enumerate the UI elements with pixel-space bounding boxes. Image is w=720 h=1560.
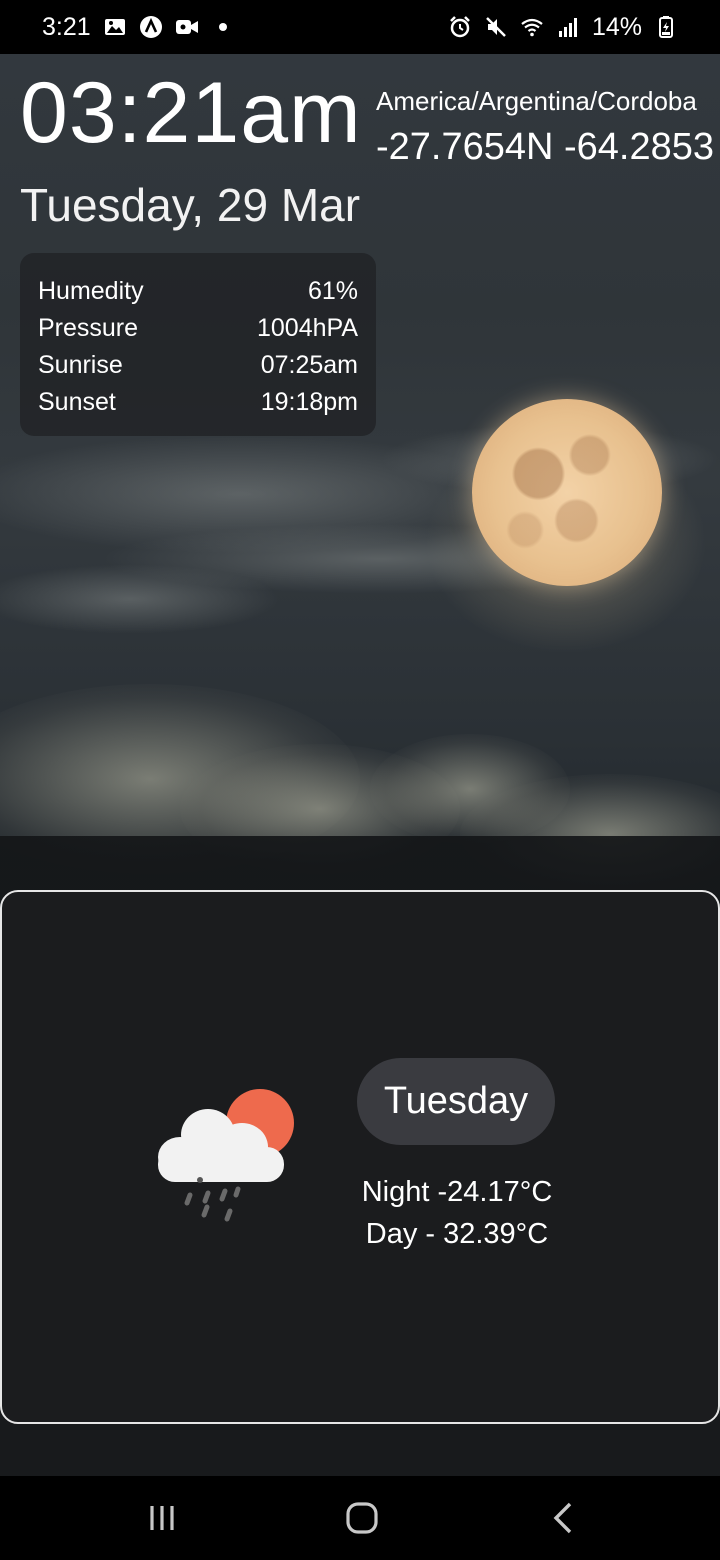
info-value: 61% (307, 277, 358, 305)
info-label: Pressure (38, 314, 139, 342)
battery-icon (654, 15, 678, 39)
moon (472, 399, 662, 586)
current-date: Tuesday, 29 Mar (20, 179, 361, 231)
gallery-icon (103, 15, 127, 39)
status-left: 3:21 (42, 13, 235, 42)
day-pill[interactable]: Tuesday (357, 1058, 555, 1145)
night-temperature: Night -24.17°C (361, 1176, 553, 1208)
navigation-bar (0, 1476, 720, 1560)
wifi-icon (520, 15, 544, 39)
cloud-streak (0, 564, 280, 634)
info-value: 19:18pm (260, 388, 358, 416)
info-value: 07:25am (260, 351, 358, 379)
status-right: 14% (448, 13, 678, 42)
dot-icon (211, 15, 235, 39)
back-button[interactable] (540, 1496, 588, 1540)
info-row-pressure: Pressure 1004hPA (38, 310, 358, 347)
info-row-sunset: Sunset 19:18pm (38, 384, 358, 421)
day-temperature: Day - 32.39°C (365, 1218, 549, 1250)
cloud-sun-rain-icon (150, 1085, 300, 1235)
info-row-sunrise: Sunrise 07:25am (38, 347, 358, 384)
mute-icon (484, 15, 508, 39)
current-time: 03:21am (20, 65, 362, 161)
info-label: Sunrise (38, 351, 123, 379)
battery-percent: 14% (591, 12, 642, 41)
forecast-card[interactable] (0, 890, 720, 1424)
weather-info-card: Humedity 61% Pressure 1004hPA Sunrise 07… (20, 253, 376, 436)
home-icon (346, 1502, 378, 1534)
video-icon (175, 15, 199, 39)
timezone-label: America/Argentina/Cordoba (376, 86, 697, 116)
coordinates-label: -27.7654N -64.2853 (376, 126, 715, 168)
back-icon (553, 1502, 572, 1534)
recents-icon (150, 1506, 174, 1530)
info-row-humidity: Humedity 61% (38, 273, 358, 310)
info-value: 1004hPA (256, 314, 358, 342)
alarm-icon (448, 15, 472, 39)
app-a-icon (139, 15, 163, 39)
home-button[interactable] (338, 1496, 386, 1540)
info-label: Humedity (38, 277, 144, 305)
status-time: 3:21 (42, 12, 91, 41)
signal-icon (556, 15, 580, 39)
info-label: Sunset (38, 388, 116, 416)
status-bar: 3:21 14% (0, 0, 720, 54)
recent-apps-button[interactable] (138, 1496, 186, 1540)
